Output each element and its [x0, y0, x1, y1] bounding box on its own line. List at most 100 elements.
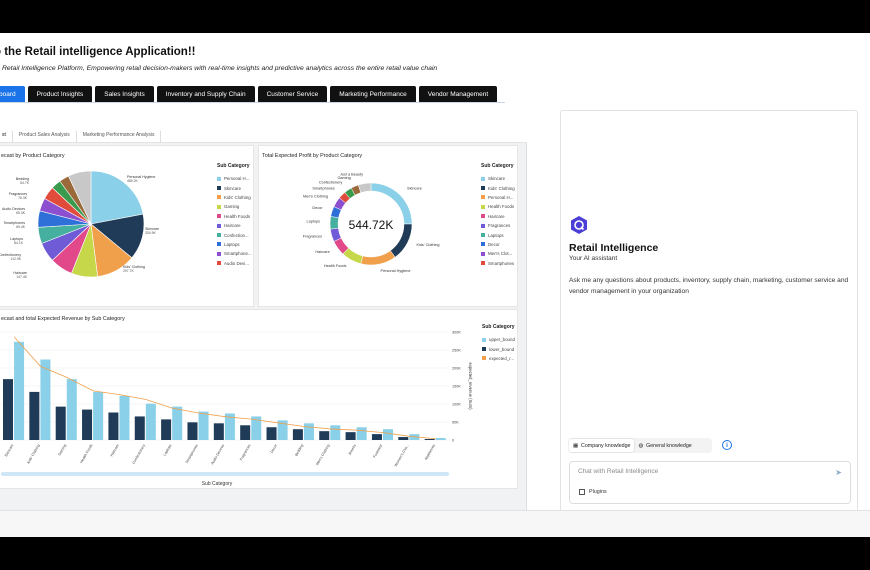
bar-upper-men-s-clothing[interactable] [330, 425, 341, 440]
bar-upper-gaming[interactable] [66, 379, 77, 440]
bar-lower-laptops[interactable] [161, 419, 172, 440]
bar-upper-haircare[interactable] [119, 395, 130, 440]
sheet-tab-product-sales[interactable]: Product Sales Analysis [13, 131, 77, 143]
company-knowledge-label: Company knowledge [581, 442, 631, 449]
pie-legend-item[interactable]: Laptops [217, 240, 252, 249]
pie-chart[interactable]: Personal Hygiene489.2KSkincare334.9KKids… [0, 164, 199, 304]
legend-swatch [217, 186, 221, 191]
legend-label: Haircare [224, 223, 241, 229]
company-knowledge-button[interactable]: ▦ Company knowledge [569, 439, 635, 452]
pie-legend-item[interactable]: Skincare [217, 183, 252, 192]
tab-marketing-performance[interactable]: Marketing Performance [330, 86, 416, 103]
bar-legend-item[interactable]: upper_bound [482, 335, 515, 344]
donut-legend-item[interactable]: Laptops [481, 230, 515, 239]
pie-legend: Sub Category Personal H... Skincare Kids' … [217, 163, 252, 268]
donut-slice-personal-hygiene[interactable] [360, 250, 396, 266]
tab-product-insights[interactable]: Product Insights [27, 86, 93, 103]
page-subtitle: Retail Intelligence Platform, Empowering… [2, 65, 438, 72]
donut-legend-header: Sub Category [481, 163, 514, 169]
legend-label: Gaming [224, 204, 240, 210]
knowledge-toggle: ▦ Company knowledge ◍ General knowledge [569, 438, 712, 453]
bar-lower-appliances[interactable] [424, 439, 435, 440]
donut-legend-item[interactable]: Haircare [481, 212, 515, 221]
donut-slice-laptops[interactable] [329, 216, 339, 230]
bar-upper-health-foods[interactable] [93, 391, 104, 440]
bar-upper-bedding[interactable] [303, 423, 314, 440]
donut-data-label: Fragrances [303, 235, 322, 239]
pie-legend-item[interactable]: Haircare [217, 221, 252, 230]
bar-legend-item[interactable]: lower_bound [482, 344, 515, 353]
bar-upper-smartphones[interactable] [198, 411, 209, 440]
donut-legend-item[interactable]: Men's Clot... [481, 249, 515, 258]
bar-x-tick: Footwear [372, 443, 383, 459]
legend-label: Kids' Clothing [488, 185, 515, 191]
legend-swatch [217, 261, 221, 266]
tab-inventory-supply-chain[interactable]: Inventory and Supply Chain [156, 86, 255, 103]
bar-lower-haircare[interactable] [108, 412, 119, 440]
bar-lower-smartphones[interactable] [187, 422, 198, 440]
bar-x-axis-label: Sub Category [202, 481, 233, 487]
bar-upper-skincare[interactable] [14, 341, 25, 440]
bar-lower-decor[interactable] [266, 427, 277, 440]
bar-x-tick: Confectionery [132, 443, 147, 464]
legend-swatch [481, 186, 485, 191]
plugins-button[interactable]: Plugins [579, 489, 607, 495]
info-icon[interactable]: i [722, 440, 732, 450]
donut-data-label: Skincare [407, 186, 422, 190]
bar-lower-kids-clothing[interactable] [29, 391, 40, 440]
sheet-tab-forecast[interactable]: st [0, 131, 13, 143]
donut-legend-item[interactable]: Skincare [481, 174, 515, 183]
bar-upper-footwear[interactable] [383, 429, 394, 440]
plugins-label: Plugins [589, 489, 607, 495]
bar-lower-women-s-clot[interactable] [398, 437, 409, 440]
bar-lower-confectionery[interactable] [134, 416, 145, 440]
tab-sales-insights[interactable]: Sales Insights [95, 86, 154, 103]
bar-legend-header: Sub Category [482, 324, 515, 330]
sheet-tab-marketing[interactable]: Marketing Performance Analysis [77, 131, 162, 143]
bar-lower-skincare[interactable] [3, 379, 14, 440]
chat-input[interactable] [578, 468, 818, 475]
donut-legend-item[interactable]: Fragrances [481, 221, 515, 230]
bar-chart[interactable]: 0 50K 100K 150K 200K 250K 300K Skincare Kids' Cl… [0, 314, 477, 489]
bar-upper-jewelry[interactable] [356, 427, 367, 440]
general-knowledge-button[interactable]: ◍ General knowledge [634, 439, 695, 452]
tab-dashboard[interactable]: board [0, 86, 25, 103]
building-icon: ▦ [573, 442, 579, 449]
pie-legend-item[interactable]: Health Foods [217, 212, 252, 221]
bar-lower-footwear[interactable] [371, 434, 382, 440]
bar-upper-laptops[interactable] [172, 406, 183, 440]
bar-lower-health-foods[interactable] [82, 409, 93, 440]
bar-horizontal-scrollbar[interactable] [1, 472, 449, 476]
donut-legend-item[interactable]: Smartphones [481, 259, 515, 268]
bar-lower-fragrances[interactable] [240, 425, 251, 440]
donut-legend-item[interactable]: Personal H... [481, 193, 515, 202]
bar-lower-audio-devices[interactable] [213, 423, 224, 440]
bar-lower-men-s-clothing[interactable] [319, 431, 330, 440]
bar-upper-confectionery[interactable] [145, 403, 156, 440]
bar-right-tick: 150K [452, 385, 461, 389]
pie-data-value: 112.9K [11, 257, 22, 261]
donut-legend-item[interactable]: Health Foods [481, 202, 515, 211]
pie-data-value: 65.3K [16, 211, 26, 215]
bar-lower-bedding[interactable] [292, 429, 303, 440]
pie-legend-item[interactable]: Gaming [217, 202, 252, 211]
donut-slice-other[interactable] [358, 182, 372, 193]
pie-legend-item[interactable]: Audio Devi... [217, 259, 252, 268]
bar-lower-jewelry[interactable] [345, 432, 356, 440]
send-icon[interactable]: ➤ [835, 468, 842, 477]
bar-upper-appliances[interactable] [435, 438, 446, 440]
donut-chart[interactable]: 544.72K Skincare Kids' Clothing Personal Hy… [261, 164, 471, 304]
donut-slice-kids-clothing[interactable] [390, 223, 413, 258]
donut-legend-item[interactable]: Decor [481, 240, 515, 249]
legend-label: Health Foods [224, 213, 251, 219]
bar-lower-gaming[interactable] [55, 406, 66, 440]
pie-legend-item[interactable]: Confection... [217, 230, 252, 239]
pie-legend-item[interactable]: Personal H... [217, 174, 252, 183]
pie-legend-item[interactable]: Kids' Clothing [217, 193, 252, 202]
pie-legend-item[interactable]: Smartphone... [217, 249, 252, 258]
bar-upper-kids-clothing[interactable] [40, 359, 51, 440]
bar-legend-item[interactable]: expected_r... [482, 354, 515, 363]
tab-vendor-management[interactable]: Vendor Management [418, 86, 498, 103]
donut-legend-item[interactable]: Kids' Clothing [481, 183, 515, 192]
tab-customer-service[interactable]: Customer Service [257, 86, 328, 103]
